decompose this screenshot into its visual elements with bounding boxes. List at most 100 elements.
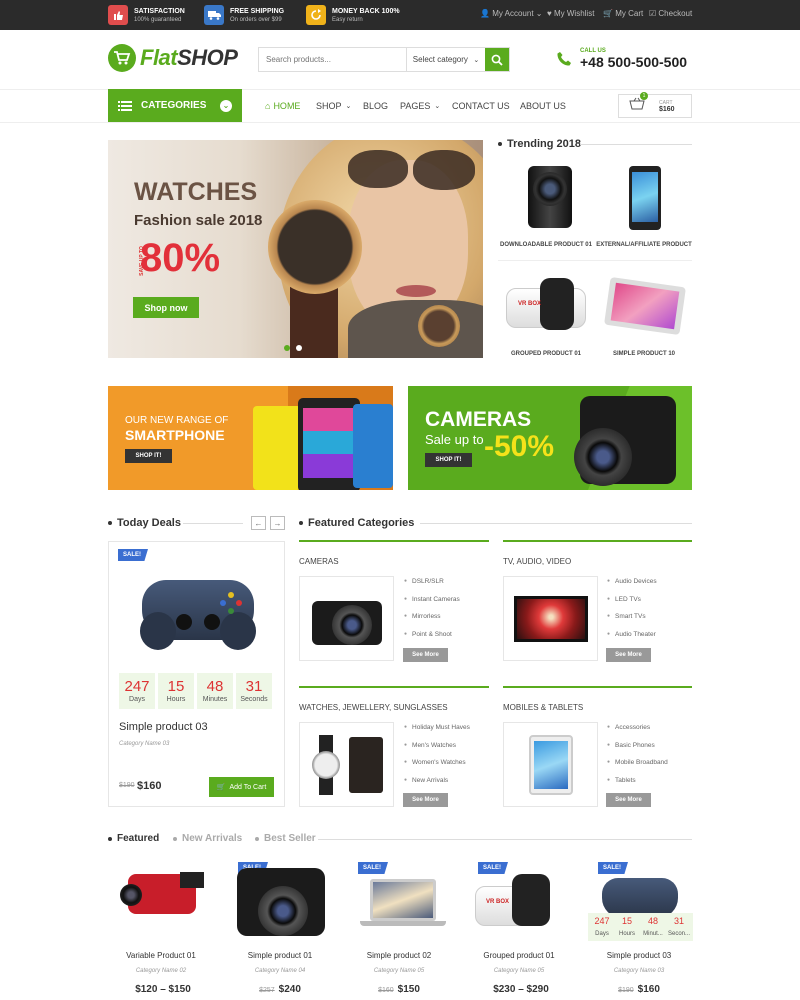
product-category[interactable]: Category Name 05 [344, 968, 454, 974]
category-link[interactable]: Instant Cameras [404, 591, 460, 609]
featured-categories-title-text: Featured Categories [308, 517, 415, 529]
see-more-button[interactable]: See More [403, 793, 448, 807]
product-image-gamepad[interactable] [602, 878, 678, 918]
nav-pages[interactable]: PAGES ⌄ [400, 101, 440, 111]
category-link[interactable]: Smart TVs [607, 608, 657, 626]
my-cart-label: My Cart [615, 9, 644, 18]
trending-label[interactable]: GROUPED PRODUCT 01 [496, 351, 596, 357]
top-bar: SATISFACTION 100% guaranteed FREE SHIPPIN… [0, 0, 800, 30]
trending-label[interactable]: DOWNLOADABLE PRODUCT 01 [496, 242, 596, 248]
deal-product-name[interactable]: Simple product 03 [119, 721, 208, 733]
category-head-bar [299, 540, 489, 542]
nav-shop[interactable]: SHOP ⌄ [316, 101, 351, 111]
shop-now-button[interactable]: Shop now [133, 297, 199, 318]
chevron-down-icon: ⌄ [345, 103, 352, 110]
tab-best-seller[interactable]: Best Seller [255, 833, 316, 844]
product-category[interactable]: Category Name 02 [106, 968, 216, 974]
checkout-link[interactable]: ☑ Checkout [649, 9, 692, 18]
category-link[interactable]: Basic Phones [607, 737, 668, 755]
product-name[interactable]: Variable Product 01 [106, 951, 216, 960]
tab-new-arrivals[interactable]: New Arrivals [173, 833, 242, 844]
add-to-cart-button[interactable]: 🛒 Add To Cart [209, 777, 274, 797]
category-link[interactable]: Women's Watches [404, 754, 470, 772]
product-price: $230 – $290 [464, 984, 574, 995]
prev-arrow-button[interactable]: ← [251, 516, 266, 530]
product-image-laptop[interactable] [370, 879, 436, 921]
mini-countdown-value: 15 [621, 916, 632, 926]
product-name[interactable]: Grouped product 01 [464, 951, 574, 960]
hero-slider[interactable]: WATCHES Fashion sale 2018 SAVE UP TO 80%… [108, 140, 483, 358]
shop-it-button[interactable]: SHOP IT! [425, 453, 472, 467]
add-to-cart-label: Add To Cart [229, 783, 267, 791]
vr-logo: VR BOX [486, 899, 510, 905]
category-link[interactable]: Audio Theater [607, 626, 657, 644]
nav-home[interactable]: ⌂ HOME [265, 101, 300, 111]
banner-line1: CAMERAS [425, 408, 532, 431]
sale-badge: SALE! [358, 862, 388, 874]
mini-countdown-label: Hours [618, 931, 635, 937]
category-link[interactable]: Holiday Must Haves [404, 719, 470, 737]
category-link[interactable]: New Arrivals [404, 772, 470, 790]
category-link[interactable]: Mirrorless [404, 608, 460, 626]
slider-dot[interactable] [296, 345, 302, 351]
category-head-bar [503, 686, 692, 688]
search-button[interactable] [485, 48, 509, 71]
my-cart-link[interactable]: 🛒 My Cart [603, 9, 643, 18]
category-link[interactable]: DSLR/SLR [404, 573, 460, 591]
nav-blog[interactable]: BLOG [363, 101, 388, 111]
trending-label[interactable]: SIMPLE PRODUCT 10 [594, 351, 694, 357]
my-account-label: My Account [492, 9, 534, 18]
product-name[interactable]: Simple product 02 [344, 951, 454, 960]
see-more-button[interactable]: See More [606, 648, 651, 662]
category-link[interactable]: Point & Shoot [404, 626, 460, 644]
slider-dot-active[interactable] [284, 345, 290, 351]
category-image-tablets[interactable] [503, 722, 598, 807]
category-link[interactable]: Men's Watches [404, 737, 470, 755]
laptop-screen [373, 882, 433, 918]
product-name[interactable]: Simple product 01 [225, 951, 335, 960]
cameras-banner[interactable]: CAMERAS Sale up to -50% SHOP IT! [408, 386, 692, 490]
category-title[interactable]: WATCHES, JEWELLERY, SUNGLASSES [299, 703, 448, 712]
product-current-price: $230 – $290 [493, 984, 549, 995]
shop-it-button[interactable]: SHOP IT! [125, 449, 172, 463]
see-more-button[interactable]: See More [403, 648, 448, 662]
category-link[interactable]: LED TVs [607, 591, 657, 609]
phone-tiles [303, 408, 355, 478]
trending-label[interactable]: EXTERNAL/AFFILIATE PRODUCT [594, 242, 694, 248]
my-wishlist-link[interactable]: ♥ My Wishlist [547, 9, 594, 18]
category-link[interactable]: Accessories [607, 719, 668, 737]
category-select[interactable]: Select category ⌄ [405, 48, 485, 71]
chevron-down-icon: ⌄ [434, 103, 441, 110]
site-logo[interactable]: Flat SHOP [108, 44, 238, 72]
see-more-button[interactable]: See More [606, 793, 651, 807]
product-category[interactable]: Category Name 05 [464, 968, 574, 974]
category-links: DSLR/SLR Instant Cameras Mirrorless Poin… [404, 573, 460, 643]
category-image-tv[interactable] [503, 576, 598, 661]
deal-product-category[interactable]: Category Name 03 [119, 741, 169, 747]
category-title[interactable]: TV, AUDIO, VIDEO [503, 557, 571, 566]
logo-text-flat: Flat [140, 45, 178, 70]
tab-featured[interactable]: Featured [108, 833, 159, 844]
category-link[interactable]: Audio Devices [607, 573, 657, 591]
category-title[interactable]: MOBILES & TABLETS [503, 703, 583, 712]
nav-contact[interactable]: CONTACT US [452, 101, 510, 111]
cart-icon: 🛒 [216, 784, 226, 791]
nav-home-label: HOME [273, 101, 301, 111]
phone-screen [632, 172, 658, 222]
product-name[interactable]: Simple product 03 [584, 951, 694, 960]
nav-about[interactable]: ABOUT US [520, 101, 566, 111]
sale-badge: SALE! [118, 549, 148, 561]
my-account-link[interactable]: 👤 My Account ⌄ [480, 9, 543, 18]
category-link[interactable]: Mobile Broadband [607, 754, 668, 772]
search-input[interactable] [259, 48, 406, 71]
category-image-watches[interactable] [299, 722, 394, 807]
product-category[interactable]: Category Name 04 [225, 968, 335, 974]
category-image-cameras[interactable] [299, 576, 394, 661]
category-title[interactable]: CAMERAS [299, 557, 339, 566]
category-link[interactable]: Tablets [607, 772, 668, 790]
product-category[interactable]: Category Name 03 [584, 968, 694, 974]
smartphone-banner[interactable]: OUR NEW RANGE OF SMARTPHONE SHOP IT! [108, 386, 393, 490]
next-arrow-button[interactable]: → [270, 516, 285, 530]
categories-button[interactable]: CATEGORIES ⌄ [108, 89, 242, 122]
header-cart[interactable]: 1 CART $160 [618, 92, 692, 118]
